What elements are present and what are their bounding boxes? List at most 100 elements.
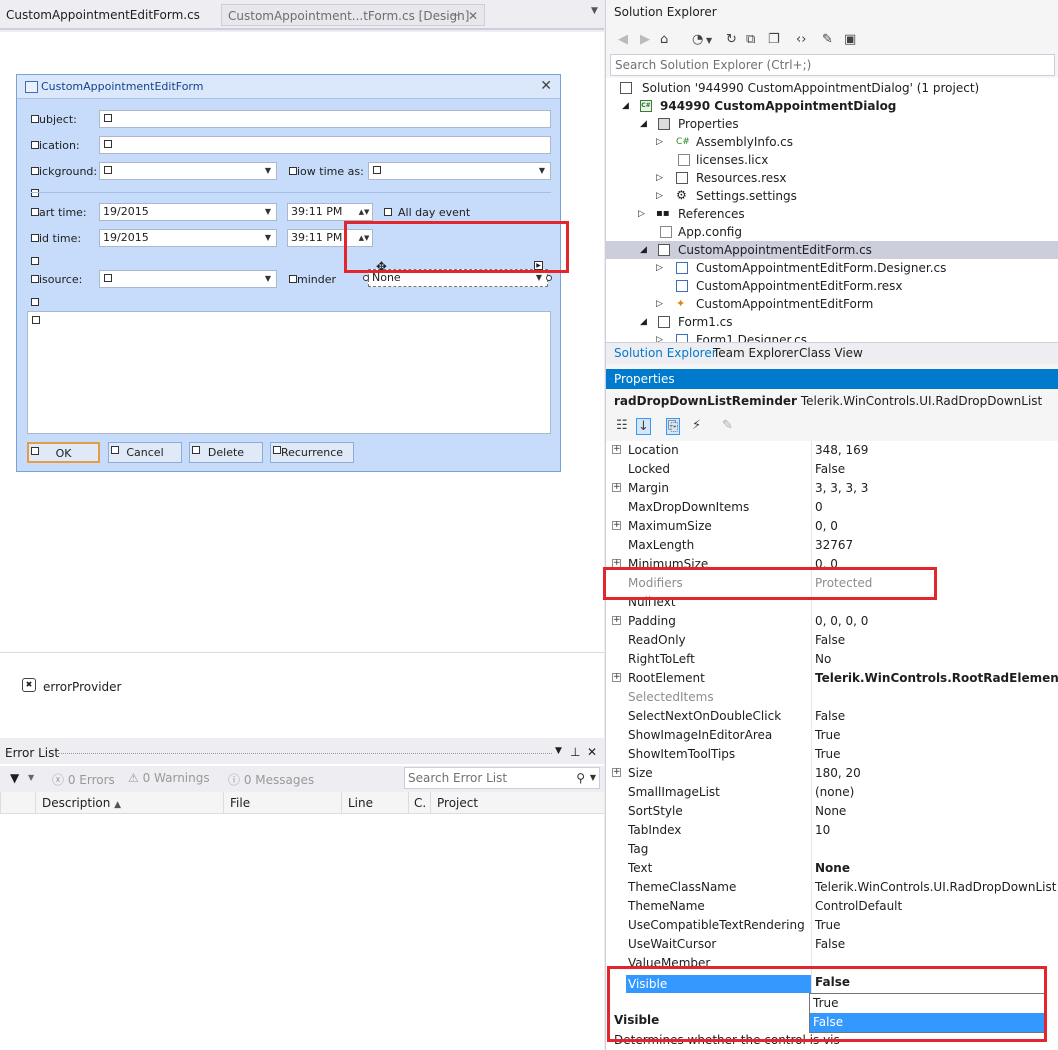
property-row[interactable]: Locked False (606, 460, 1058, 479)
ok-button[interactable]: OK (27, 442, 100, 463)
tree-item-resources[interactable]: ▷ Resources.resx (606, 169, 1058, 187)
view-code-icon[interactable]: ‹› (796, 32, 806, 47)
property-value[interactable]: False (815, 460, 845, 479)
collapsed-arrow-icon[interactable]: ▷ (656, 169, 663, 187)
property-row[interactable]: + Margin 3, 3, 3, 3 (606, 479, 1058, 498)
resource-dropdown[interactable]: ▼ (99, 270, 277, 288)
property-value[interactable]: None (815, 802, 846, 821)
end-date-picker[interactable]: 19/2015 ▼ (99, 229, 277, 247)
events-lightning-icon[interactable]: ⚡ (692, 418, 701, 433)
resize-handle[interactable] (363, 275, 369, 281)
chevron-down-icon[interactable]: ▼ (28, 773, 34, 782)
dropdown-icon[interactable]: ▼ (555, 746, 562, 756)
close-tab-icon[interactable]: ✕ (468, 5, 478, 27)
location-input[interactable] (99, 136, 551, 154)
tree-item-licenses[interactable]: licenses.licx (606, 151, 1058, 169)
tree-item-references[interactable]: ▷ ▪▪ References (606, 205, 1058, 223)
property-value[interactable]: No (815, 650, 831, 669)
tree-item-designer[interactable]: ▷ CustomAppointmentEditForm.Designer.cs (606, 259, 1058, 277)
spinner-icon[interactable]: ▲▼ (358, 206, 370, 218)
collapsed-arrow-icon[interactable]: ▷ (656, 133, 663, 151)
tab-solution-explorer[interactable]: Solution Explorer (614, 346, 717, 360)
property-value[interactable]: 0 (815, 498, 823, 517)
property-value[interactable]: (none) (815, 783, 854, 802)
tree-item-solution[interactable]: Solution '944990 CustomAppointmentDialog… (606, 79, 1058, 97)
collapsed-arrow-icon[interactable]: ▷ (656, 187, 663, 205)
tree-item-form1[interactable]: ◢ Form1.cs (606, 313, 1058, 331)
expanded-arrow-icon[interactable]: ◢ (640, 115, 647, 133)
cancel-button[interactable]: Cancel (108, 442, 182, 463)
showtime-dropdown[interactable]: ▼ (368, 162, 551, 180)
chevron-down-icon[interactable]: ▼ (262, 165, 274, 177)
property-row[interactable]: ShowImageInEditorArea True (606, 726, 1058, 745)
expanded-arrow-icon[interactable]: ◢ (640, 313, 647, 331)
chevron-down-icon[interactable]: ▼ (590, 768, 596, 788)
property-row[interactable]: + Padding 0, 0, 0, 0 (606, 612, 1058, 631)
errors-filter[interactable]: ⓧ 0 Errors (52, 771, 115, 788)
tree-item-editform[interactable]: ◢ CustomAppointmentEditForm.cs (606, 241, 1058, 259)
pin-icon[interactable]: ⊥ (570, 745, 580, 759)
property-value[interactable]: Telerik.WinControls.UI.RadDropDownList (815, 878, 1056, 897)
chevron-down-icon[interactable]: ▼ (262, 273, 274, 285)
property-row[interactable]: UseCompatibleTextRendering True (606, 916, 1058, 935)
property-value[interactable]: True (815, 726, 841, 745)
collapse-all-icon[interactable]: ⧉ (746, 32, 755, 47)
expand-icon[interactable]: + (612, 616, 621, 625)
property-value[interactable]: True (815, 745, 841, 764)
property-row[interactable]: MaxDropDownItems 0 (606, 498, 1058, 517)
preview-icon[interactable]: ▣ (844, 32, 856, 47)
warnings-filter[interactable]: ⚠ 0 Warnings (128, 771, 210, 785)
refresh-icon[interactable]: ↻ (726, 32, 737, 47)
categorized-icon[interactable]: ☷ (616, 418, 628, 433)
chevron-down-icon[interactable]: ▼ (533, 272, 545, 284)
property-value[interactable]: 180, 20 (815, 764, 861, 783)
property-value[interactable]: 348, 169 (815, 441, 868, 460)
property-pages-wrench-icon[interactable]: ✎ (722, 418, 733, 433)
start-date-picker[interactable]: 19/2015 ▼ (99, 203, 277, 221)
property-value[interactable]: 32767 (815, 536, 853, 555)
subject-input[interactable] (99, 110, 551, 128)
resize-handle[interactable] (546, 275, 552, 281)
forward-icon[interactable]: ▶ (640, 32, 650, 47)
show-all-files-icon[interactable]: ❐ (768, 32, 780, 47)
appointment-form[interactable]: CustomAppointmentEditForm ✕ ubject: icat… (16, 74, 561, 472)
property-value[interactable]: 3, 3, 3, 3 (815, 479, 868, 498)
column-file[interactable]: File (223, 792, 341, 814)
collapsed-arrow-icon[interactable]: ▷ (656, 331, 663, 342)
tab-design-file[interactable]: CustomAppointment...tForm.cs [Design] ⊣ … (221, 4, 485, 26)
property-row[interactable]: MaxLength 32767 (606, 536, 1058, 555)
pin-icon[interactable]: ⊣ (450, 5, 460, 27)
form-close-icon[interactable]: ✕ (540, 78, 552, 94)
column-line[interactable]: Line (341, 792, 408, 814)
property-row[interactable]: SmallImageList (none) (606, 783, 1058, 802)
expand-icon[interactable]: + (612, 445, 621, 454)
column-c[interactable]: C. (408, 792, 430, 814)
property-value[interactable]: False (815, 631, 845, 650)
filter-icon[interactable]: ▼ (10, 771, 19, 785)
search-icon[interactable]: ⚲ (576, 768, 585, 788)
expand-icon[interactable]: + (612, 768, 621, 777)
property-row[interactable]: ThemeName ControlDefault (606, 897, 1058, 916)
property-row[interactable]: UseWaitCursor False (606, 935, 1058, 954)
property-row[interactable]: ReadOnly False (606, 631, 1058, 650)
expanded-arrow-icon[interactable]: ◢ (640, 241, 647, 259)
chevron-down-icon[interactable]: ▼ (706, 36, 712, 45)
properties-view-icon[interactable]: ⎘ (666, 418, 681, 435)
background-dropdown[interactable]: ▼ (99, 162, 277, 180)
property-value[interactable]: ControlDefault (815, 897, 902, 916)
tree-item-form1-designer[interactable]: ▷ Form1.Designer.cs (606, 331, 1058, 342)
expanded-arrow-icon[interactable]: ◢ (622, 97, 629, 115)
property-row[interactable]: ThemeClassName Telerik.WinControls.UI.Rad… (606, 878, 1058, 897)
property-value[interactable]: 10 (815, 821, 830, 840)
dropdown-icon[interactable]: ▼ (591, 6, 598, 16)
tree-item-appconfig[interactable]: App.config (606, 223, 1058, 241)
property-row[interactable]: Text None (606, 859, 1058, 878)
property-row[interactable]: TabIndex 10 (606, 821, 1058, 840)
error-search-input[interactable]: Search Error List ⚲ ▼ (404, 767, 600, 789)
back-icon[interactable]: ◀ (618, 32, 628, 47)
column-icon[interactable] (0, 792, 35, 814)
collapsed-arrow-icon[interactable]: ▷ (656, 295, 663, 313)
tab-class-view[interactable]: Class View (799, 346, 863, 360)
property-row[interactable]: RightToLeft No (606, 650, 1058, 669)
tree-item-editform-class[interactable]: ▷ ✦ CustomAppointmentEditForm (606, 295, 1058, 313)
